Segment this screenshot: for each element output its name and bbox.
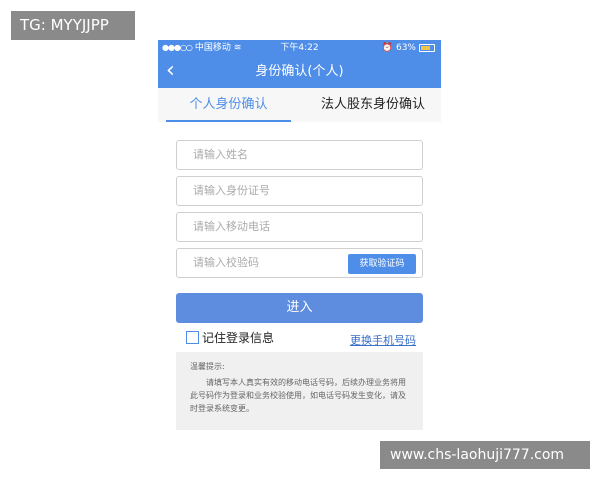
battery-icon <box>419 44 435 52</box>
mobile-phone-input[interactable]: 请输入移动电话 <box>176 212 423 242</box>
watermark-bottom: www.chs-laohuji777.com <box>380 441 590 469</box>
status-right: ⏰ 63% <box>382 40 435 56</box>
id-number-input[interactable]: 请输入身份证号 <box>176 176 423 206</box>
get-code-button[interactable]: 获取验证码 <box>348 254 416 274</box>
screenshot-canvas: TG: MYYJJPP ●●●○○ 中国移动 ≋ 下午4:22 ⏰ 63% ‹ … <box>0 0 600 480</box>
verification-code-placeholder: 请输入校验码 <box>193 256 259 269</box>
verification-code-input[interactable]: 请输入校验码 获取验证码 <box>176 248 423 278</box>
notice-body: 请填写本人真实有效的移动电话号码，后续办理业务将用此号码作为登录和业务校验使用，… <box>190 378 406 413</box>
alarm-icon: ⏰ <box>381 43 393 53</box>
tab-personal-identity[interactable]: 个人身份确认 <box>166 88 291 122</box>
nav-bar: ‹ 身份确认(个人) <box>158 56 441 88</box>
remember-checkbox[interactable] <box>186 330 199 344</box>
name-input[interactable]: 请输入姓名 <box>176 140 423 170</box>
remember-label: 记住登录信息 <box>202 330 275 345</box>
tab-bar: 个人身份确认 法人股东身份确认 <box>158 88 441 122</box>
phone-screen: ●●●○○ 中国移动 ≋ 下午4:22 ⏰ 63% ‹ 身份确认(个人) 个人身… <box>158 40 441 440</box>
tab-legal-shareholder-identity[interactable]: 法人股东身份确认 <box>308 88 438 122</box>
notice-title: 温馨提示: <box>190 362 225 371</box>
battery-fill <box>421 46 430 50</box>
enter-button[interactable]: 进入 <box>176 293 423 323</box>
status-bar: ●●●○○ 中国移动 ≋ 下午4:22 ⏰ 63% <box>158 40 441 56</box>
battery-percent: 63% <box>395 43 416 53</box>
remember-login[interactable]: 记住登录信息 <box>186 328 274 346</box>
notice-box: 温馨提示: 请填写本人真实有效的移动电话号码，后续办理业务将用此号码作为登录和业… <box>176 352 423 430</box>
page-title: 身份确认(个人) <box>255 64 344 79</box>
watermark-top: TG: MYYJJPP <box>11 11 135 40</box>
change-phone-link[interactable]: 更换手机号码 <box>350 332 416 348</box>
